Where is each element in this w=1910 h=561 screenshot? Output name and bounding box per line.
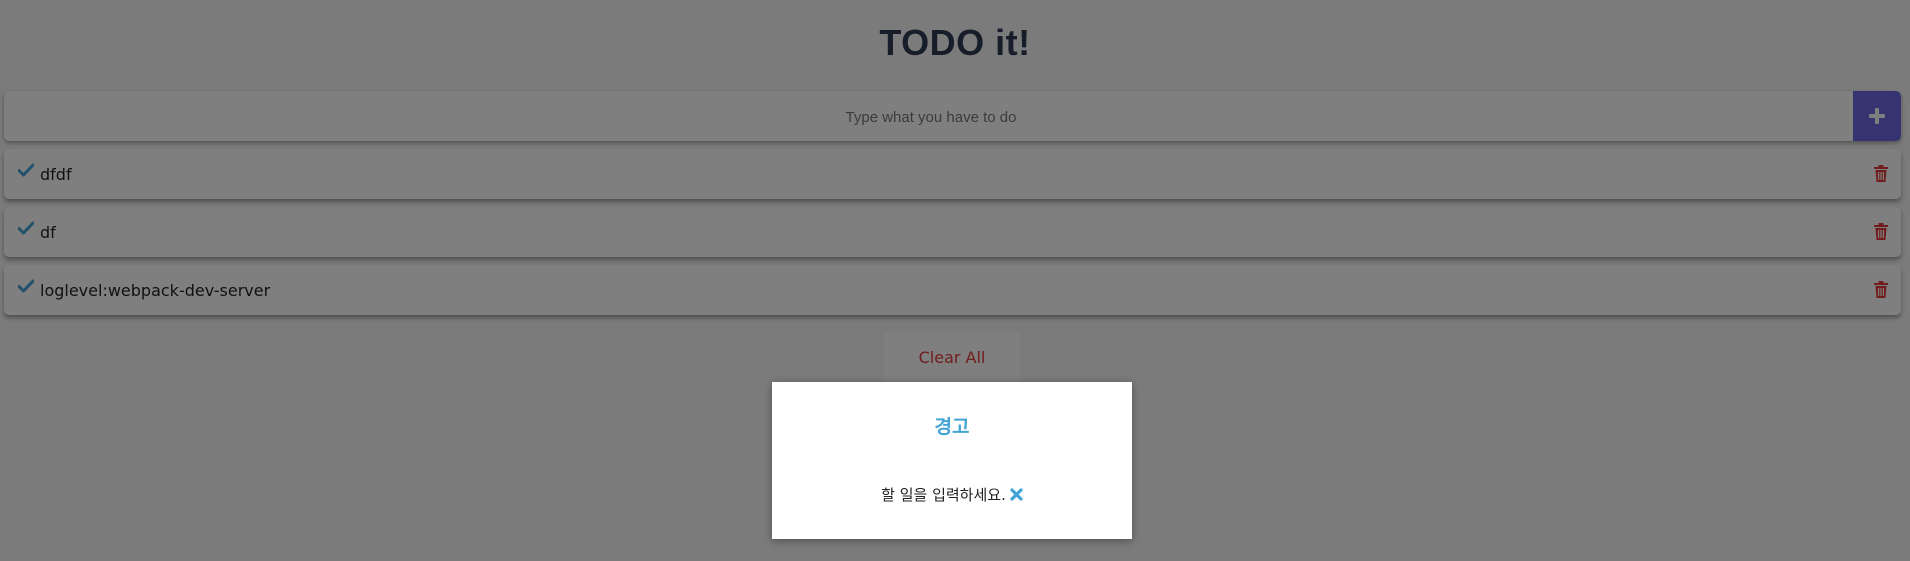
alert-modal: 경고 할 일을 입력하세요. xyxy=(772,382,1132,539)
modal-message: 할 일을 입력하세요. xyxy=(881,486,1006,504)
modal-title: 경고 xyxy=(934,416,970,438)
modal-body: 할 일을 입력하세요. xyxy=(772,484,1132,505)
todo-app: TODO it! dfdf df xyxy=(0,0,1910,561)
close-icon[interactable] xyxy=(1010,488,1023,501)
